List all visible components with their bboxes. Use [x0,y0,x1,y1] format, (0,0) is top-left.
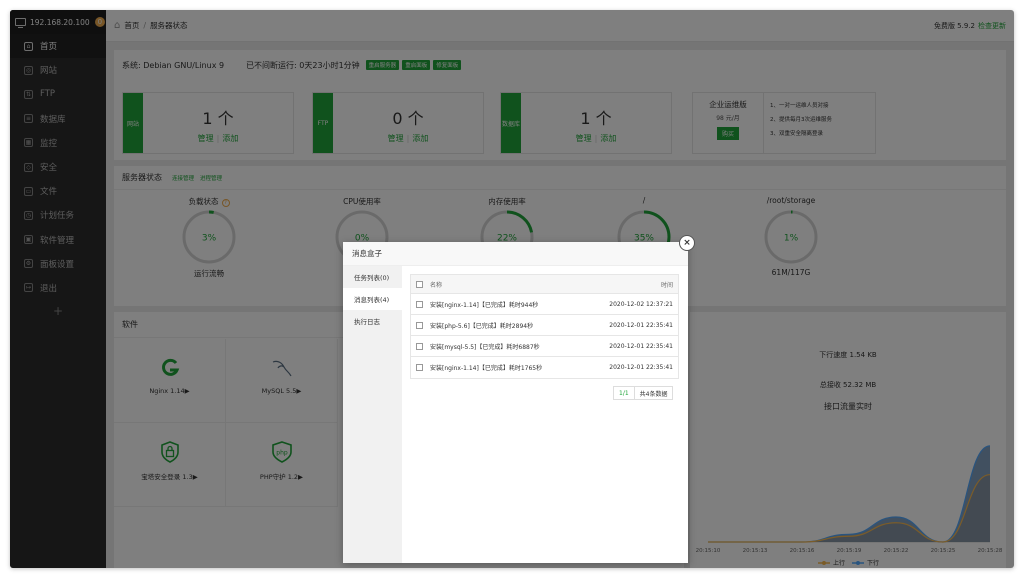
message-box-modal: 消息盒子 任务列表(0) 消息列表(4) 执行日志 名称 时间 安装[nginx… [343,242,688,563]
row-time: 2020-12-01 22:35:41 [609,364,673,371]
row-time: 2020-12-02 12:37:21 [609,300,673,308]
modal-tabs: 任务列表(0) 消息列表(4) 执行日志 [343,266,402,563]
row-time: 2020-12-01 22:35:41 [609,321,673,329]
row-name: 安装[php-5.6]【已完成】耗时2894秒 [430,322,534,330]
column-time: 时间 [660,281,673,289]
row-name: 安装[mysql-5.5]【已完成】耗时6887秒 [430,343,540,351]
table-row[interactable]: 安装[nginx-1.14]【已完成】耗时1765秒 2020-12-01 22:… [411,357,678,378]
row-name: 安装[nginx-1.14]【已完成】耗时944秒 [430,301,539,309]
modal-content: 名称 时间 安装[nginx-1.14]【已完成】耗时944秒 2020-12-0… [402,266,688,563]
row-checkbox[interactable] [416,342,423,350]
tab-message-list[interactable]: 消息列表(4) [343,288,402,310]
page-current[interactable]: 1/1 [614,387,635,399]
pagination: 1/1 共4条数据 [613,386,674,400]
app-window: 192.168.20.100 0 ⌂首页◎网站⇅FTP≡数据库▦监控◇安全▭文件… [10,10,1014,568]
message-table: 名称 时间 安装[nginx-1.14]【已完成】耗时944秒 2020-12-0… [410,274,679,379]
column-name: 名称 [430,281,443,289]
select-all-checkbox[interactable] [416,280,423,288]
close-icon[interactable]: × [679,235,695,251]
page-total: 共4条数据 [639,390,668,398]
modal-title: 消息盒子 [352,249,382,258]
row-name: 安装[nginx-1.14]【已完成】耗时1765秒 [430,365,543,372]
row-checkbox[interactable] [416,321,423,329]
tab-task-list[interactable]: 任务列表(0) [343,266,402,288]
row-checkbox[interactable] [416,364,423,371]
row-checkbox[interactable] [416,300,423,308]
table-row[interactable]: 安装[mysql-5.5]【已完成】耗时6887秒 2020-12-01 22:3… [411,336,678,357]
table-row[interactable]: 安装[nginx-1.14]【已完成】耗时944秒 2020-12-02 12:3… [411,294,678,315]
table-row[interactable]: 安装[php-5.6]【已完成】耗时2894秒 2020-12-01 22:35:… [411,315,678,336]
table-header: 名称 时间 [411,275,678,294]
tab-execution-log[interactable]: 执行日志 [343,310,402,332]
row-time: 2020-12-01 22:35:41 [609,342,673,350]
